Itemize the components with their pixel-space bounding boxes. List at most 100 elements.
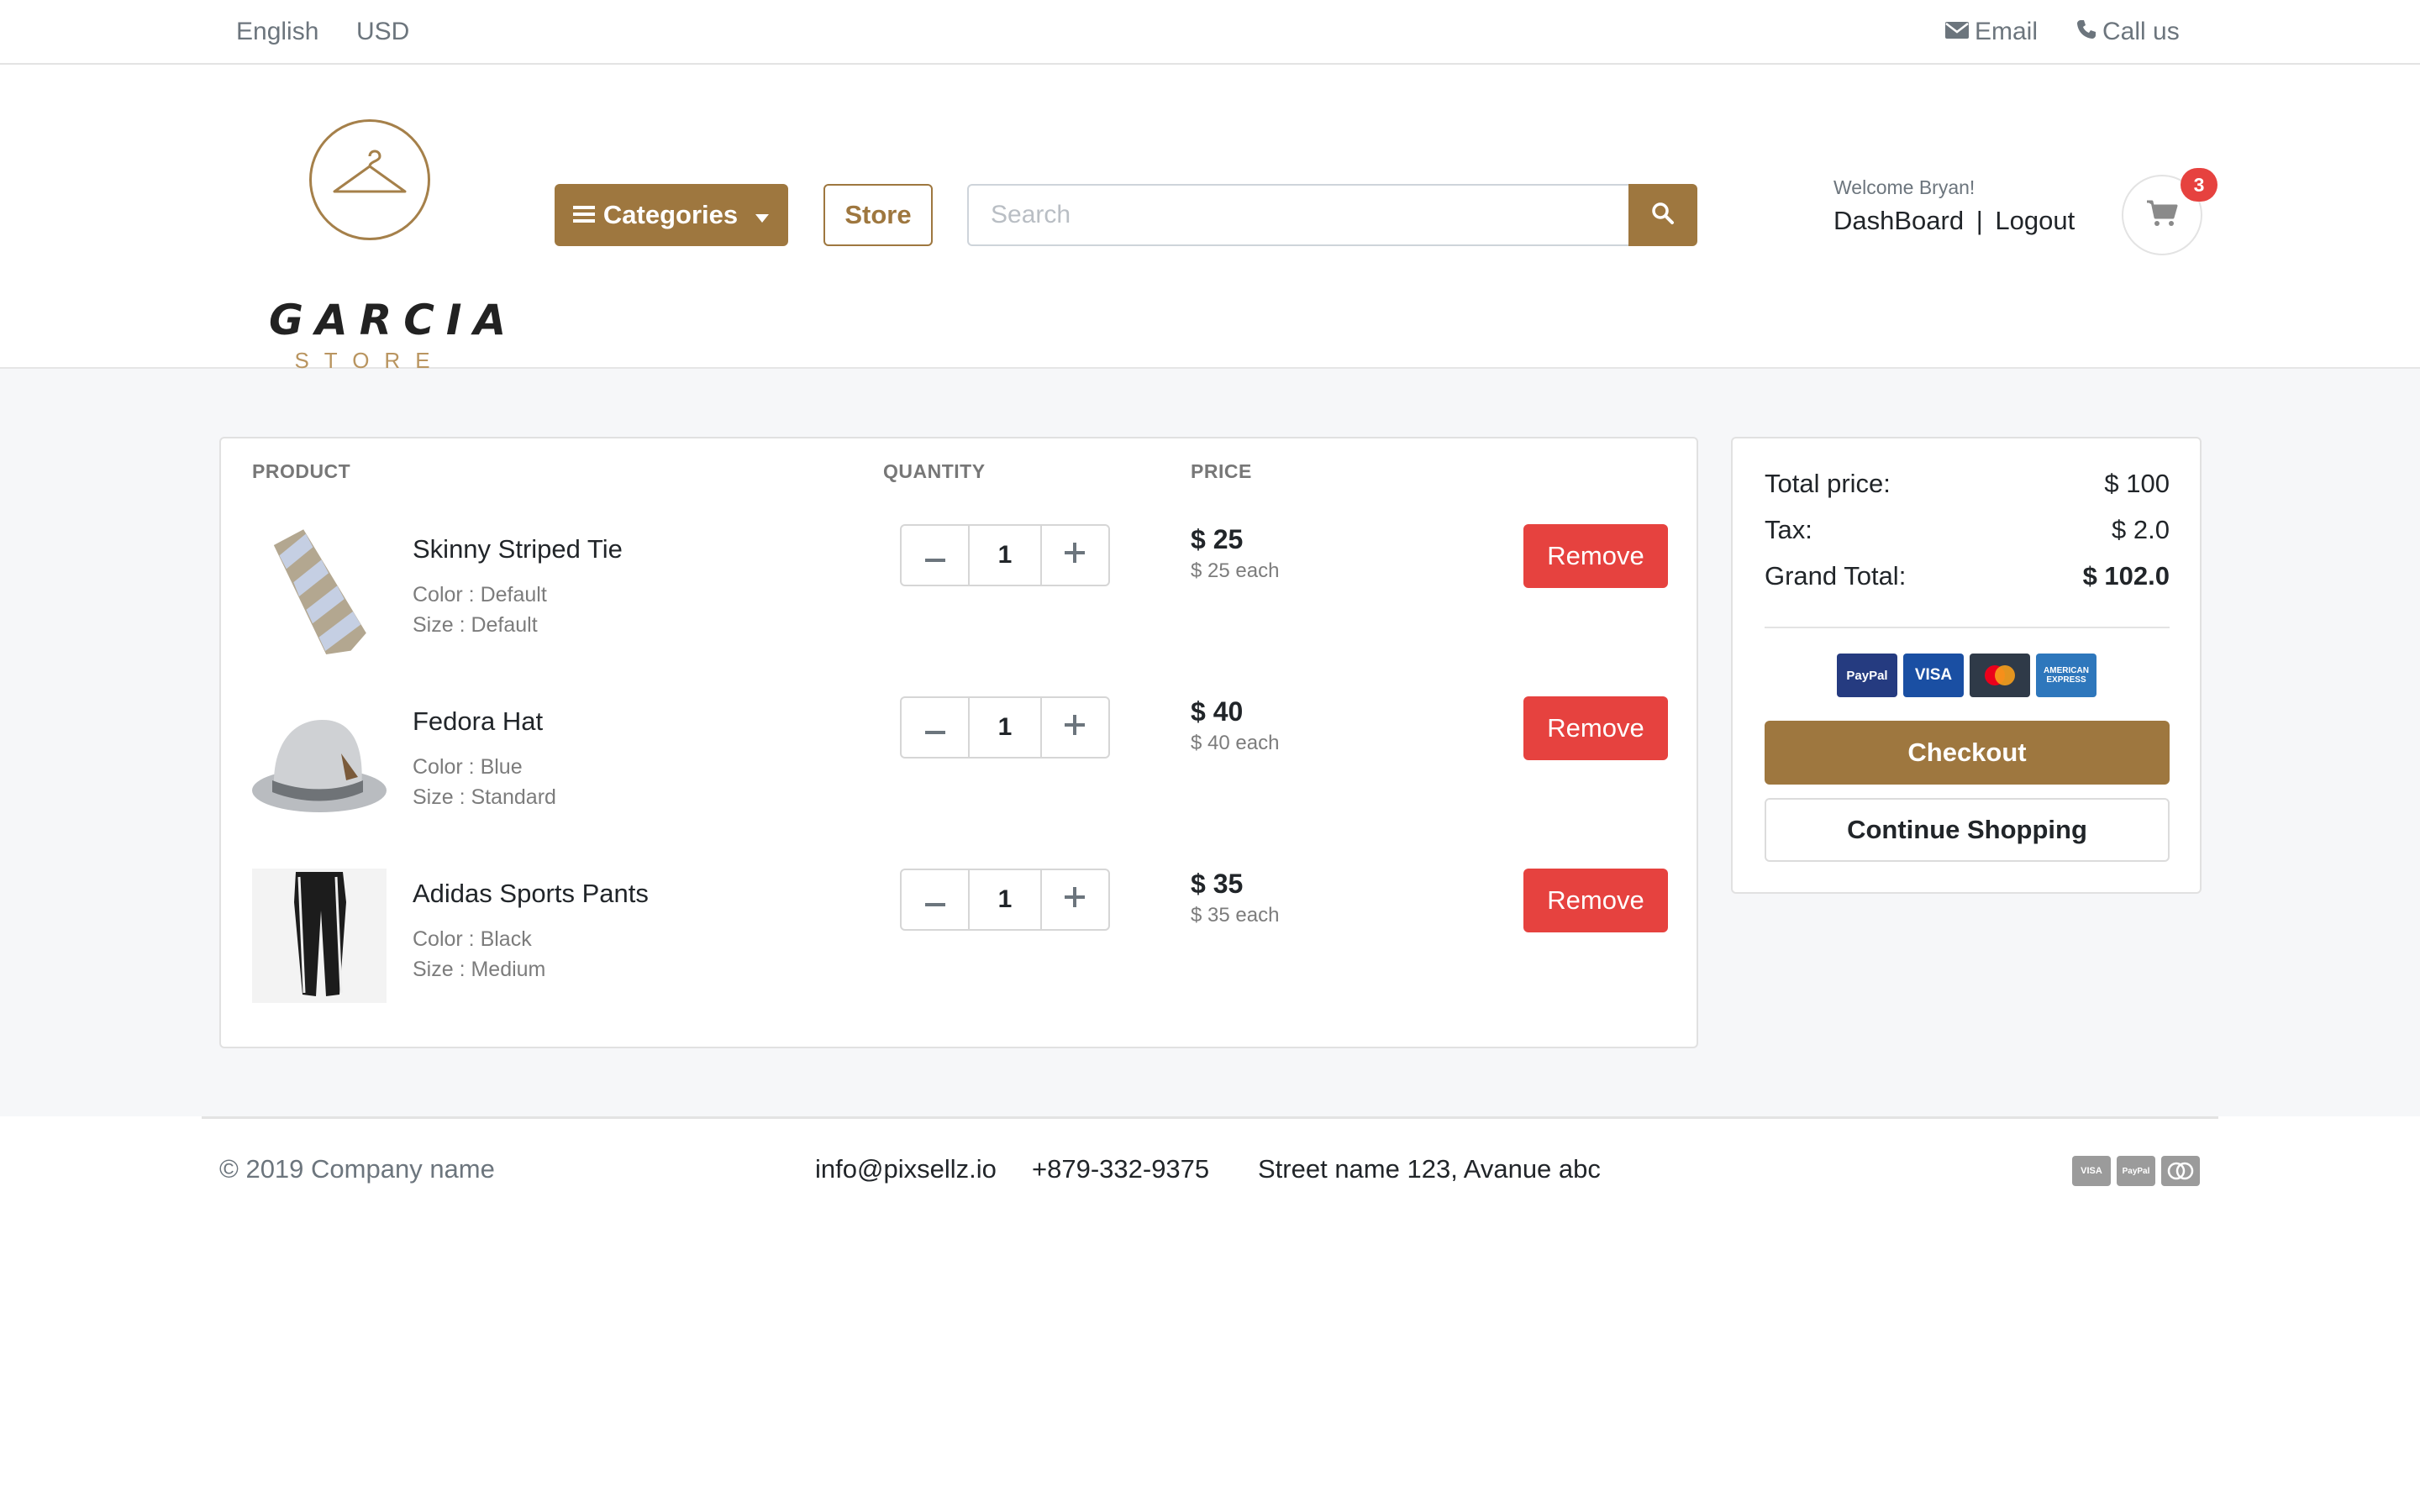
call-label: Call us <box>2102 18 2180 45</box>
product-image-hat[interactable] <box>252 696 387 831</box>
product-image-pants[interactable] <box>252 869 387 1003</box>
divider <box>1765 627 2170 628</box>
header: GARCIA STORE Categories Store Welcome Br… <box>0 65 2420 373</box>
minus-icon <box>924 713 945 742</box>
remove-button[interactable]: Remove <box>1523 869 1668 932</box>
language-selector[interactable]: English <box>236 15 318 49</box>
product-size: Size : Default <box>413 613 538 637</box>
tax-label: Tax: <box>1765 515 1812 544</box>
paypal-logo: PayPal <box>1837 654 1897 697</box>
user-links: DashBoard | Logout <box>1833 206 2075 236</box>
caret-down-icon <box>755 200 770 230</box>
logo-wordmark: GARCIA <box>269 296 518 344</box>
hanger-icon <box>309 119 430 240</box>
quantity-input[interactable]: 1 <box>970 696 1040 759</box>
phone-icon <box>2075 16 2097 50</box>
shopping-cart-icon <box>2146 199 2178 232</box>
copyright: © 2019 Company name <box>219 1154 495 1184</box>
order-summary: Total price: $ 100 Tax: $ 2.0 Grand Tota… <box>1731 437 2202 894</box>
decrease-quantity-button[interactable] <box>900 696 971 759</box>
categories-label: Categories <box>602 200 739 229</box>
quantity-input[interactable]: 1 <box>970 524 1040 586</box>
envelope-icon <box>1944 16 1970 50</box>
top-bar: English USD Email Call us <box>0 0 2420 65</box>
menu-icon <box>572 200 595 230</box>
increase-quantity-button[interactable] <box>1039 524 1110 586</box>
product-color: Color : Blue <box>413 755 523 779</box>
call-link[interactable]: Call us <box>2075 15 2180 50</box>
footer-visa-logo: VISA <box>2072 1156 2111 1186</box>
mastercard-logo <box>1970 654 2030 697</box>
minus-icon <box>924 541 945 570</box>
welcome-text: Welcome Bryan! <box>1833 176 1975 198</box>
product-size: Size : Medium <box>413 958 546 981</box>
increase-quantity-button[interactable] <box>1039 869 1110 931</box>
footer: © 2019 Company name info@pixsellz.io +87… <box>0 1119 2420 1228</box>
quantity-input[interactable]: 1 <box>970 869 1040 931</box>
search-button[interactable] <box>1628 184 1697 246</box>
footer-email[interactable]: info@pixsellz.io <box>815 1154 997 1184</box>
cart-item-row: Skinny Striped Tie Color : Default Size … <box>221 524 1697 667</box>
price-column-header: PRICE <box>1191 460 1252 482</box>
product-name[interactable]: Skinny Striped Tie <box>413 534 623 564</box>
categories-button[interactable]: Categories <box>555 184 788 246</box>
total-price-label: Total price: <box>1765 469 1891 498</box>
user-links-separator: | <box>1975 206 1983 235</box>
total-price-line: Total price: $ 100 <box>1765 469 2170 499</box>
footer-paypal-logo: PayPal <box>2117 1156 2155 1186</box>
item-price: $ 25 <box>1191 524 1244 554</box>
grand-total-label: Grand Total: <box>1765 561 1907 591</box>
visa-logo: VISA <box>1903 654 1964 697</box>
footer-mastercard-logo <box>2161 1156 2200 1186</box>
email-link[interactable]: Email <box>1944 15 2038 50</box>
remove-button[interactable]: Remove <box>1523 696 1668 760</box>
continue-shopping-button[interactable]: Continue Shopping <box>1765 798 2170 862</box>
grand-total-line: Grand Total: $ 102.0 <box>1765 561 2170 591</box>
dashboard-link[interactable]: DashBoard <box>1833 206 1964 236</box>
increase-quantity-button[interactable] <box>1039 696 1110 759</box>
product-image-tie[interactable] <box>252 524 387 659</box>
quantity-stepper: 1 <box>900 869 1110 931</box>
item-price: $ 35 <box>1191 869 1244 899</box>
quantity-column-header: QUANTITY <box>883 460 986 482</box>
amex-logo: AMERICAN EXPRESS <box>2036 654 2096 697</box>
main-content: PRODUCT QUANTITY PRICE Skinny Striped Ti… <box>0 369 2420 1116</box>
cart-count-badge: 3 <box>2181 168 2217 202</box>
plus-icon <box>1065 885 1086 914</box>
product-name[interactable]: Fedora Hat <box>413 706 543 737</box>
minus-icon <box>924 885 945 914</box>
currency-selector[interactable]: USD <box>356 15 409 49</box>
search-input[interactable] <box>967 184 1628 246</box>
store-button[interactable]: Store <box>823 184 933 246</box>
decrease-quantity-button[interactable] <box>900 524 971 586</box>
footer-address: Street name 123, Avanue abc <box>1258 1154 1601 1184</box>
product-color: Color : Black <box>413 927 532 951</box>
cart-table: PRODUCT QUANTITY PRICE Skinny Striped Ti… <box>219 437 1698 1048</box>
cart-item-row: Fedora Hat Color : Blue Size : Standard … <box>221 696 1697 839</box>
item-price: $ 40 <box>1191 696 1244 727</box>
item-unit-price: $ 25 each <box>1191 559 1280 582</box>
email-label: Email <box>1975 18 2039 45</box>
cart-item-row: Adidas Sports Pants Color : Black Size :… <box>221 869 1697 1011</box>
checkout-button[interactable]: Checkout <box>1765 721 2170 785</box>
product-color: Color : Default <box>413 583 547 606</box>
product-name[interactable]: Adidas Sports Pants <box>413 879 649 909</box>
tax-value: $ 2.0 <box>2112 515 2170 544</box>
plus-icon <box>1065 713 1086 742</box>
total-price-value: $ 100 <box>2104 469 2170 498</box>
product-size: Size : Standard <box>413 785 556 809</box>
tax-line: Tax: $ 2.0 <box>1765 515 2170 545</box>
remove-button[interactable]: Remove <box>1523 524 1668 588</box>
store-logo[interactable]: GARCIA STORE <box>269 119 506 373</box>
plus-icon <box>1065 541 1086 570</box>
decrease-quantity-button[interactable] <box>900 869 971 931</box>
item-unit-price: $ 40 each <box>1191 732 1280 754</box>
footer-phone[interactable]: +879-332-9375 <box>1032 1154 1209 1184</box>
grand-total-value: $ 102.0 <box>2082 561 2170 591</box>
search-icon <box>1651 202 1675 229</box>
item-unit-price: $ 35 each <box>1191 904 1280 927</box>
logout-link[interactable]: Logout <box>1995 206 2075 236</box>
product-column-header: PRODUCT <box>252 460 351 482</box>
quantity-stepper: 1 <box>900 696 1110 759</box>
quantity-stepper: 1 <box>900 524 1110 586</box>
